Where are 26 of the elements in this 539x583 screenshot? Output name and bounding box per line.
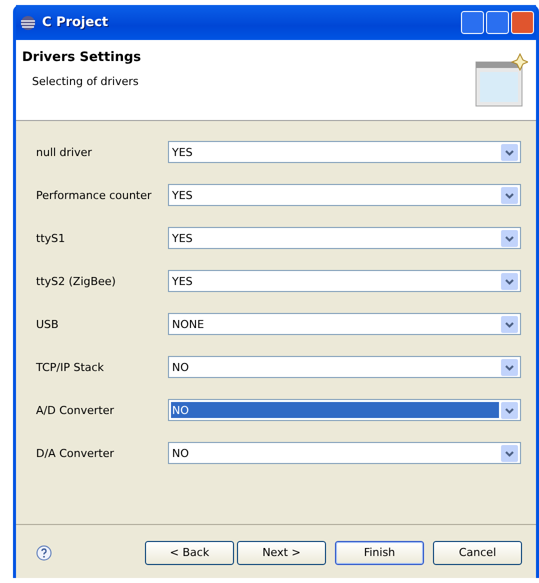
driver-dropdown[interactable]: YES <box>168 184 521 206</box>
page-subtitle: Selecting of drivers <box>31 75 140 88</box>
driver-dropdown[interactable]: YES <box>168 227 521 249</box>
driver-label: null driver <box>36 146 93 158</box>
driver-label: TCP/IP Stack <box>36 360 105 374</box>
wizard-button[interactable]: Finish <box>335 540 424 564</box>
page-title: Drivers Settings <box>22 50 141 65</box>
driver-dropdown[interactable]: YES <box>168 141 521 163</box>
wizard-window-icon <box>474 52 528 108</box>
driver-label: Performance counter <box>36 188 153 202</box>
sphere-icon <box>20 14 36 30</box>
driver-label: A/D Converter <box>36 404 115 416</box>
driver-dropdown[interactable]: NO <box>168 399 521 421</box>
wizard-button[interactable]: Cancel <box>433 540 522 564</box>
driver-dropdown[interactable]: NO <box>168 356 521 378</box>
window-title: C Project <box>42 15 108 30</box>
driver-label: ttyS2 (ZigBee) <box>36 274 117 288</box>
wizard-button[interactable]: Next > <box>237 540 326 564</box>
wizard-button[interactable]: < Back <box>145 540 234 564</box>
driver-dropdown[interactable]: YES <box>168 270 521 292</box>
driver-dropdown[interactable]: NONE <box>168 313 521 335</box>
driver-dropdown[interactable]: NO <box>168 442 521 464</box>
driver-label: ttyS1 <box>36 232 66 244</box>
driver-label: USB <box>36 318 60 330</box>
driver-label: D/A Converter <box>36 446 115 460</box>
help-icon[interactable] <box>36 544 52 560</box>
